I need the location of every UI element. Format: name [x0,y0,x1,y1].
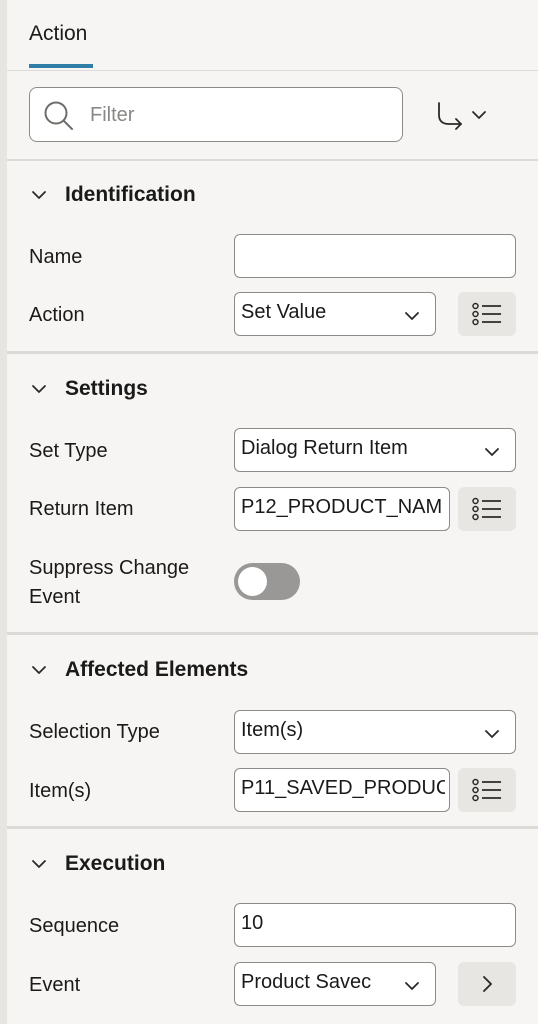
return-item-label: Return Item [29,498,134,520]
section-header-identification[interactable]: Identification [29,180,196,210]
section-divider [7,351,538,354]
chevron-down-icon [32,191,46,199]
section-divider [7,826,538,829]
items-list-button[interactable] [458,768,516,812]
tab-action[interactable]: Action [29,22,87,46]
list-icon [472,497,501,521]
items-label: Item(s) [29,780,92,802]
property-editor-panel: Action Identification Name Action Set Va… [7,0,538,1024]
chevron-down-icon [32,385,46,393]
section-header-execution[interactable]: Execution [29,849,165,879]
selection-type-select[interactable]: Item(s) [234,710,516,754]
sequence-field[interactable]: 10 [234,903,516,947]
chevron-right-icon [483,976,492,992]
section-header-affected-elements[interactable]: Affected Elements [29,655,248,685]
suppress-change-event-label-line2: Event [29,586,81,608]
section-title: Execution [65,852,166,875]
chevron-down-icon [405,312,419,320]
items-field[interactable]: P11_SAVED_PRODUC [234,768,450,812]
chevron-down-icon [485,730,499,738]
filter-field[interactable] [29,87,403,142]
name-field[interactable] [234,234,516,278]
list-icon [472,302,501,326]
chevron-down-icon [32,666,46,674]
items-value: P11_SAVED_PRODUC [241,777,445,799]
tab-bar: Action [7,0,538,71]
event-value: Product Savec [241,971,372,993]
set-type-select[interactable]: Dialog Return Item [234,428,516,472]
section-title: Identification [65,183,196,206]
goto-group-button[interactable] [431,96,491,136]
action-label: Action [29,304,85,326]
suppress-change-event-toggle[interactable] [234,563,300,600]
chevron-down-icon [405,982,419,990]
return-item-list-button[interactable] [458,487,516,531]
return-item-value: P12_PRODUCT_NAM [241,496,443,518]
section-header-settings[interactable]: Settings [29,374,148,404]
list-icon [472,778,501,802]
selection-type-label: Selection Type [29,721,160,743]
section-divider [7,632,538,635]
event-select[interactable]: Product Savec [234,962,436,1006]
search-icon [42,99,76,138]
section-title: Affected Elements [65,658,249,681]
suppress-change-event-label-line1: Suppress Change [29,557,190,579]
filter-input[interactable] [88,100,392,130]
goto-arrow-icon [438,102,486,130]
selection-type-value: Item(s) [241,719,304,741]
chevron-down-icon [485,448,499,456]
action-value: Set Value [241,301,327,323]
sequence-label: Sequence [29,915,120,937]
set-type-value: Dialog Return Item [241,437,408,459]
set-type-label: Set Type [29,440,108,462]
event-goto-button[interactable] [458,962,516,1006]
return-item-field[interactable]: P12_PRODUCT_NAM [234,487,450,531]
section-title: Settings [65,377,148,400]
action-select[interactable]: Set Value [234,292,436,336]
name-label: Name [29,246,83,268]
event-label: Event [29,974,81,996]
action-list-button[interactable] [458,292,516,336]
suppress-change-event-label: Suppress Change Event [29,554,189,612]
toggle-knob [238,567,267,596]
sequence-value: 10 [241,912,264,934]
chevron-down-icon [32,860,46,868]
active-tab-indicator [29,64,93,68]
section-divider [7,159,538,161]
panel-left-edge [0,0,7,1024]
